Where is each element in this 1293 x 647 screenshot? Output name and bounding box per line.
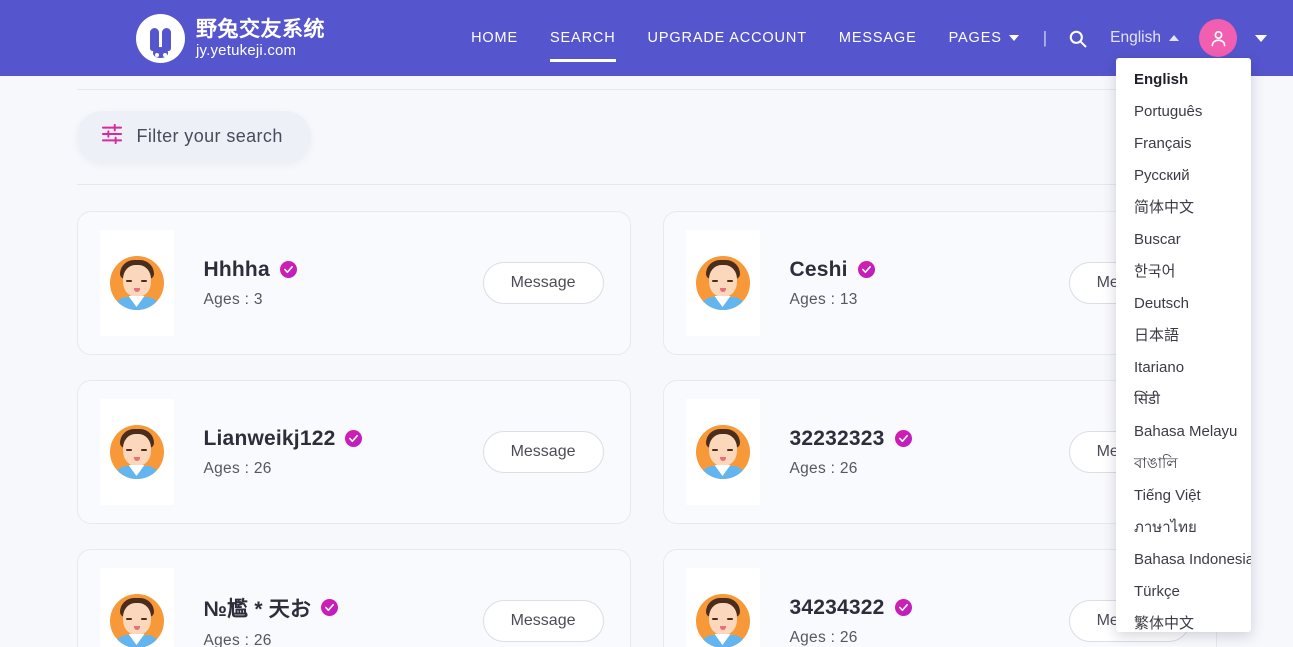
language-selector-toggle[interactable]: English — [1100, 29, 1189, 47]
profile-age: Ages : 3 — [203, 290, 263, 308]
profile-name: №尷 * 天お — [203, 597, 312, 621]
profile-name-row: 32232323 — [790, 427, 1069, 451]
language-option-11[interactable]: Bahasa Melayu — [1116, 416, 1251, 448]
profile-info: 34234322 Ages : 26 — [790, 596, 1069, 647]
language-option-10[interactable]: सिंडी — [1116, 384, 1251, 416]
profile-info: Lianweikj122 Ages : 26 — [204, 427, 483, 478]
brand-name-cn: 野兔交友系统 — [196, 17, 325, 41]
nav-label-search: SEARCH — [550, 30, 616, 46]
profile-card[interactable]: Hhhha Ages : 3 Message — [76, 211, 631, 355]
nav-item-search[interactable]: SEARCH — [534, 0, 632, 76]
chevron-up-icon — [1169, 35, 1179, 41]
filter-button-label: Filter your search — [136, 126, 283, 146]
verified-badge-icon — [321, 599, 339, 616]
profile-age: Ages : 26 — [789, 628, 858, 646]
profile-info: Hhhha Ages : 3 — [204, 258, 483, 309]
language-dropdown-menu[interactable]: English Português Français Русский 简体中文 Busca… — [1116, 58, 1251, 632]
account-chevron-down-icon[interactable] — [1255, 34, 1267, 42]
content-container: Filter your search Hhhha Ages : 3 Message C… — [76, 89, 1217, 647]
brand-url: jy.yetukeji.com — [196, 41, 297, 59]
profile-age: Ages : 26 — [203, 459, 272, 477]
user-avatar-illustration — [695, 256, 750, 310]
user-avatar-illustration — [109, 256, 164, 310]
profile-card-grid: Hhhha Ages : 3 Message Ceshi Ages : 13 Messag… — [76, 185, 1217, 647]
language-option-4[interactable]: 简体中文 — [1116, 192, 1251, 224]
language-option-6[interactable]: 한국어 — [1116, 256, 1251, 288]
nav-label-home: HOME — [471, 30, 518, 46]
profile-name-row: Hhhha — [204, 258, 483, 282]
language-option-2[interactable]: Français — [1116, 128, 1251, 160]
site-header: 野兔交友系统 jy.yetukeji.com HOME SEARCH UPGRA… — [0, 0, 1293, 632]
language-option-13[interactable]: Tiếng Việt — [1116, 480, 1251, 512]
language-option-7[interactable]: Deutsch — [1116, 288, 1251, 320]
nav-item-upgrade-account[interactable]: UPGRADE ACCOUNT — [632, 0, 823, 76]
verified-badge-icon — [894, 430, 912, 447]
profile-photo — [685, 230, 760, 336]
profile-info: 32232323 Ages : 26 — [790, 427, 1069, 478]
profile-name: Lianweikj122 — [203, 426, 336, 450]
profile-name-row: Lianweikj122 — [204, 427, 483, 451]
profile-age: Ages : 26 — [789, 459, 858, 477]
language-option-1[interactable]: Português — [1116, 96, 1251, 128]
sliders-filter-icon — [101, 123, 123, 149]
message-button[interactable]: Message — [482, 600, 604, 642]
language-option-3[interactable]: Русский — [1116, 160, 1251, 192]
profile-photo — [685, 399, 760, 505]
profile-name-row: 34234322 — [790, 596, 1069, 620]
user-avatar-icon[interactable] — [1199, 19, 1237, 57]
nav-item-message[interactable]: MESSAGE — [823, 0, 933, 76]
profile-name-row: №尷 * 天お — [204, 593, 483, 623]
nav-label-pages: PAGES — [948, 30, 1002, 46]
language-current-label: English — [1110, 29, 1161, 46]
verified-badge-icon — [279, 261, 297, 278]
profile-name: 32232323 — [789, 426, 885, 450]
nav-item-home[interactable]: HOME — [455, 0, 534, 76]
profile-name-row: Ceshi — [790, 258, 1069, 282]
search-icon[interactable] — [1055, 29, 1100, 48]
message-button[interactable]: Message — [482, 431, 604, 473]
user-avatar-illustration — [109, 594, 164, 647]
profile-photo — [99, 568, 174, 647]
rabbit-logo-icon — [136, 13, 185, 63]
verified-badge-icon — [345, 430, 363, 447]
verified-badge-icon — [857, 261, 875, 278]
message-button[interactable]: Message — [482, 262, 604, 304]
language-option-12[interactable]: বাঙালি — [1116, 448, 1251, 480]
profile-photo — [99, 230, 174, 336]
language-option-15[interactable]: Bahasa Indonesia — [1116, 544, 1251, 576]
language-option-0[interactable]: English — [1116, 64, 1251, 96]
chevron-down-icon — [1008, 35, 1019, 41]
search-results-page: Filter your search Hhhha Ages : 3 Message C… — [0, 89, 1293, 647]
nav-label-message: MESSAGE — [838, 30, 917, 46]
profile-info: №尷 * 天お Ages : 26 — [204, 593, 483, 647]
filter-your-search-button[interactable]: Filter your search — [76, 111, 311, 162]
nav-divider: | — [1042, 28, 1048, 47]
profile-name: Ceshi — [789, 257, 848, 281]
profile-info: Ceshi Ages : 13 — [790, 258, 1069, 309]
profile-card[interactable]: Lianweikj122 Ages : 26 Message — [76, 380, 631, 524]
user-avatar-illustration — [695, 594, 750, 647]
nav-item-pages[interactable]: PAGES — [933, 0, 1035, 76]
profile-card[interactable]: №尷 * 天お Ages : 26 Message — [76, 549, 631, 647]
language-option-9[interactable]: Itariano — [1116, 352, 1251, 384]
brand-logo-link[interactable]: 野兔交友系统 jy.yetukeji.com — [136, 13, 325, 63]
language-option-5[interactable]: Buscar — [1116, 224, 1251, 256]
profile-age: Ages : 13 — [789, 290, 858, 308]
verified-badge-icon — [894, 599, 912, 616]
language-option-8[interactable]: 日本語 — [1116, 320, 1251, 352]
profile-photo — [99, 399, 174, 505]
language-option-17[interactable]: 繁体中文 — [1116, 608, 1251, 632]
user-avatar-illustration — [695, 425, 750, 479]
nav-label-upgrade-account: UPGRADE ACCOUNT — [647, 30, 807, 46]
language-option-16[interactable]: Türkçe — [1116, 576, 1251, 608]
language-option-14[interactable]: ภาษาไทย — [1116, 512, 1251, 544]
profile-photo — [685, 568, 760, 647]
profile-name: Hhhha — [203, 257, 270, 281]
profile-age: Ages : 26 — [203, 631, 272, 647]
brand-text: 野兔交友系统 jy.yetukeji.com — [196, 19, 325, 58]
filter-bar: Filter your search — [76, 89, 1217, 185]
profile-name: 34234322 — [789, 595, 885, 619]
user-avatar-illustration — [109, 425, 164, 479]
